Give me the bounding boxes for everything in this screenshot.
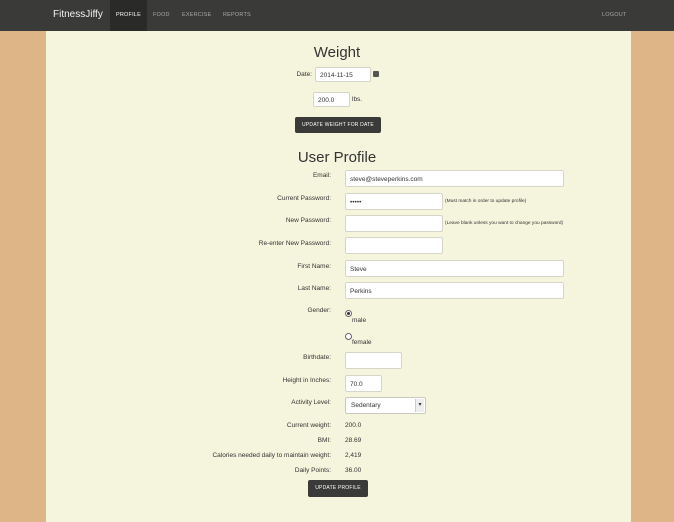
birthdate-input[interactable]	[345, 352, 402, 369]
nav-logout[interactable]: LOGOUT	[596, 0, 632, 31]
update-weight-button[interactable]: UPDATE WEIGHT FOR DATE	[295, 117, 381, 133]
first-name-label: First Name:	[297, 263, 331, 270]
new-password-label: New Password:	[285, 217, 331, 224]
chevron-down-icon: ▾	[415, 399, 424, 412]
calories-label: Calories needed daily to maintain weight…	[212, 452, 331, 459]
new-password-input[interactable]	[345, 215, 443, 232]
gender-male-radio[interactable]	[345, 310, 352, 317]
weight-unit: lbs.	[352, 96, 363, 103]
date-input[interactable]: 2014-11-15	[315, 67, 371, 82]
current-password-label: Current Password:	[277, 195, 331, 202]
new-password-note: (Leave blank unless you want to change y…	[445, 221, 564, 226]
birthdate-label: Birthdate:	[303, 354, 331, 361]
nav-food[interactable]: FOOD	[147, 0, 176, 31]
weight-input[interactable]: 200.0	[313, 92, 350, 107]
height-input[interactable]: 70.0	[345, 375, 382, 392]
activity-level-label: Activity Level:	[291, 399, 331, 406]
calendar-icon[interactable]	[373, 71, 379, 77]
brand-logo[interactable]: FitnessJiffy	[53, 9, 103, 20]
date-label: Date:	[296, 71, 312, 78]
current-weight-label: Current weight:	[286, 422, 331, 429]
reenter-password-input[interactable]	[345, 237, 443, 254]
email-label: Email:	[312, 172, 331, 179]
height-label: Height in Inches:	[282, 377, 331, 384]
bmi-label: BMI:	[317, 437, 331, 444]
last-name-label: Last Name:	[297, 285, 331, 292]
update-profile-button[interactable]: UPDATE PROFILE	[308, 480, 368, 497]
nav-profile[interactable]: PROFILE	[110, 0, 147, 31]
weight-heading: Weight	[313, 44, 361, 61]
calories-value: 2,419	[345, 452, 362, 459]
activity-level-select[interactable]: Sedentary ▾	[345, 397, 426, 414]
activity-level-value: Sedentary	[351, 402, 381, 409]
bmi-value: 28.69	[345, 437, 362, 444]
current-password-input[interactable]: •••••	[345, 193, 443, 210]
current-password-note: (Must match in order to update profile)	[445, 199, 527, 204]
navbar: FitnessJiffy PROFILE FOOD EXERCISE REPOR…	[0, 0, 674, 31]
profile-heading: User Profile	[297, 149, 377, 166]
last-name-input[interactable]: Perkins	[345, 282, 564, 299]
gender-male-label: male	[352, 317, 367, 324]
gender-female-radio[interactable]	[345, 333, 352, 340]
gender-female-label: female	[352, 339, 372, 346]
email-input[interactable]: steve@steveperkins.com	[345, 170, 564, 187]
daily-points-label: Daily Points:	[294, 467, 331, 474]
daily-points-value: 36.00	[345, 467, 362, 474]
current-weight-value: 200.0	[345, 422, 362, 429]
reenter-password-label: Re-enter New Password:	[258, 240, 331, 247]
nav-reports[interactable]: REPORTS	[217, 0, 257, 31]
gender-label: Gender:	[307, 307, 332, 314]
first-name-input[interactable]: Steve	[345, 260, 564, 277]
nav-exercise[interactable]: EXERCISE	[176, 0, 217, 31]
